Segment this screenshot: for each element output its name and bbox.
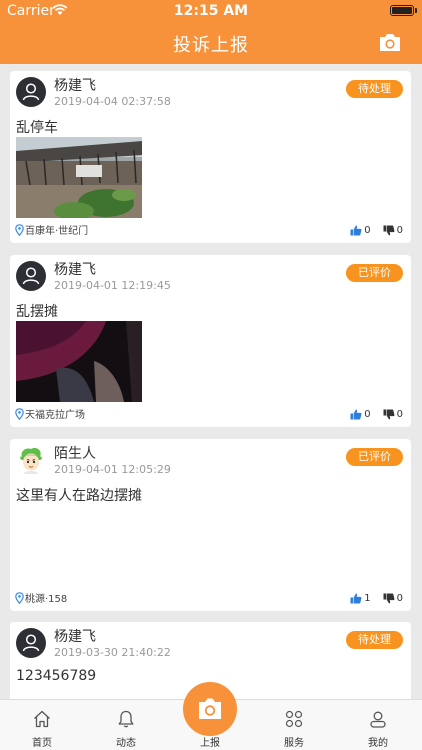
username: 杨建飞 (54, 262, 96, 278)
thumbs-up-icon (350, 225, 362, 236)
complaint-text: 乱停车 (16, 120, 58, 136)
tab-label: 动态 (116, 738, 136, 749)
home-icon (34, 710, 50, 728)
dislike-button[interactable]: 0 (383, 409, 403, 420)
tab-label: 服务 (284, 738, 304, 749)
status-badge: 已评价 (346, 264, 403, 282)
dislike-button[interactable]: 0 (383, 593, 403, 604)
thumbs-down-icon (383, 225, 395, 236)
location[interactable]: 桃源·158 (15, 590, 67, 605)
bell-icon (118, 710, 134, 728)
thumbs-up-icon (350, 593, 362, 604)
location-label: 百康年·世纪门 (25, 226, 89, 237)
avatar[interactable] (16, 261, 46, 291)
like-button[interactable]: 0 (350, 225, 371, 236)
complaint-photo[interactable] (16, 137, 142, 218)
nav-bar: 投诉上报 (0, 22, 422, 64)
thumbs-up-icon (350, 409, 362, 420)
location-label: 天福克拉广场 (25, 410, 85, 421)
username: 杨建飞 (54, 629, 96, 645)
complaint-text: 这里有人在路边摆摊 (16, 488, 142, 504)
like-count: 1 (364, 593, 371, 604)
clock: 12:15 AM (173, 3, 249, 19)
tab-activity[interactable]: 动态 (84, 700, 168, 750)
vote-area: 1 0 (338, 593, 403, 604)
complaint-feed[interactable]: 杨建飞 2019-04-04 02:37:58 待处理 乱停车 百康年·世纪门 … (0, 64, 422, 699)
timestamp: 2019-04-01 12:05:29 (54, 463, 171, 476)
thumbs-down-icon (383, 409, 395, 420)
complaint-card[interactable]: 杨建飞 2019-04-01 12:19:45 已评价 乱摆摊 天福克拉广场 0… (10, 255, 411, 427)
location-pin-icon (15, 591, 24, 604)
services-grid-icon (285, 710, 303, 728)
thumbs-down-icon (383, 593, 395, 604)
dislike-count: 0 (396, 593, 403, 604)
status-bar: Carrier 12:15 AM (0, 0, 422, 22)
like-button[interactable]: 1 (350, 593, 371, 604)
avatar[interactable] (16, 77, 46, 107)
tab-label: 我的 (368, 738, 388, 749)
username: 陌生人 (54, 446, 96, 462)
like-button[interactable]: 0 (350, 409, 371, 420)
timestamp: 2019-03-30 21:40:22 (54, 646, 171, 659)
complaint-card[interactable]: 陌生人 2019-04-01 12:05:29 已评价 这里有人在路边摆摊 桃源… (10, 439, 411, 611)
location[interactable]: 天福克拉广场 (15, 406, 85, 421)
complaint-text: 乱摆摊 (16, 304, 58, 320)
tab-label: 上报 (200, 738, 220, 749)
battery-icon (390, 5, 417, 16)
like-count: 0 (364, 225, 371, 236)
avatar[interactable] (16, 628, 46, 658)
app-screen: Carrier 12:15 AM 投诉上报 杨建飞 2019-04-04 02:… (0, 0, 422, 750)
dislike-count: 0 (396, 409, 403, 420)
location-label: 桃源·158 (25, 594, 68, 605)
status-badge: 已评价 (346, 448, 403, 466)
vote-area: 0 0 (338, 409, 403, 420)
vote-area: 0 0 (338, 225, 403, 236)
avatar[interactable] (16, 445, 46, 475)
report-button-circle[interactable] (183, 682, 237, 736)
status-badge: 待处理 (346, 631, 403, 649)
page-title: 投诉上报 (173, 35, 249, 56)
tab-profile[interactable]: 我的 (336, 700, 420, 750)
camera-icon[interactable] (378, 32, 402, 57)
tab-services[interactable]: 服务 (252, 700, 336, 750)
location-pin-icon (15, 223, 24, 236)
status-badge: 待处理 (346, 80, 403, 98)
complaint-text: 123456789 (16, 668, 97, 684)
profile-icon (370, 711, 386, 728)
tab-home[interactable]: 首页 (0, 700, 84, 750)
timestamp: 2019-04-01 12:19:45 (54, 279, 171, 292)
location-pin-icon (15, 407, 24, 420)
username: 杨建飞 (54, 78, 96, 94)
like-count: 0 (364, 409, 371, 420)
camera-icon (199, 698, 221, 719)
dislike-count: 0 (396, 225, 403, 236)
tab-label: 首页 (32, 738, 52, 749)
location[interactable]: 百康年·世纪门 (15, 222, 88, 237)
complaint-card[interactable]: 杨建飞 2019-04-04 02:37:58 待处理 乱停车 百康年·世纪门 … (10, 71, 411, 243)
complaint-photo[interactable] (16, 321, 142, 402)
timestamp: 2019-04-04 02:37:58 (54, 95, 171, 108)
dislike-button[interactable]: 0 (383, 225, 403, 236)
